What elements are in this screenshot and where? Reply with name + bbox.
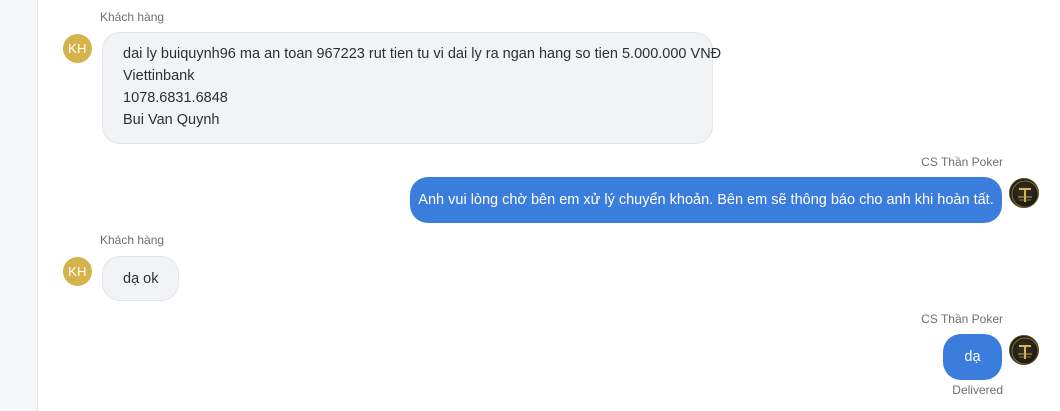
sender-name: CS Thần Poker — [921, 155, 1003, 169]
message-text: dạ — [964, 349, 981, 365]
sender-name: Khách hàng — [100, 233, 165, 247]
message-text: dạ ok — [123, 271, 159, 287]
incoming-message-bubble: dạ ok — [102, 256, 179, 301]
customer-avatar: KH — [63, 257, 92, 286]
message-line: 1078.6831.6848 — [123, 90, 228, 106]
chat-message-list: Khách hàng KH dai ly buiquynh96 ma an to… — [38, 0, 1060, 411]
message-line: Bui Van Quynh — [123, 112, 220, 128]
sender-name: Khách hàng — [100, 10, 165, 24]
message-line: Viettinbank — [123, 68, 195, 84]
than-poker-logo-icon — [1009, 178, 1039, 208]
than-poker-logo-icon — [1011, 337, 1038, 364]
left-sidebar-edge — [0, 0, 38, 411]
customer-avatar: KH — [63, 34, 92, 63]
than-poker-logo-icon — [1011, 180, 1038, 207]
than-poker-logo-icon — [1009, 335, 1039, 365]
incoming-message-bubble: dai ly buiquynh96 ma an toan 967223 rut … — [102, 32, 722, 144]
outgoing-message-bubble: dạ — [943, 334, 1002, 380]
sender-name: CS Thần Poker — [921, 312, 1003, 326]
delivery-status: Delivered — [952, 383, 1003, 397]
message-text: Anh vui lòng chờ bên em xử lý chuyển kho… — [418, 192, 994, 208]
message-line: dai ly buiquynh96 ma an toan 967223 rut … — [123, 46, 722, 62]
outgoing-message-bubble: Anh vui lòng chờ bên em xử lý chuyển kho… — [410, 177, 1002, 223]
